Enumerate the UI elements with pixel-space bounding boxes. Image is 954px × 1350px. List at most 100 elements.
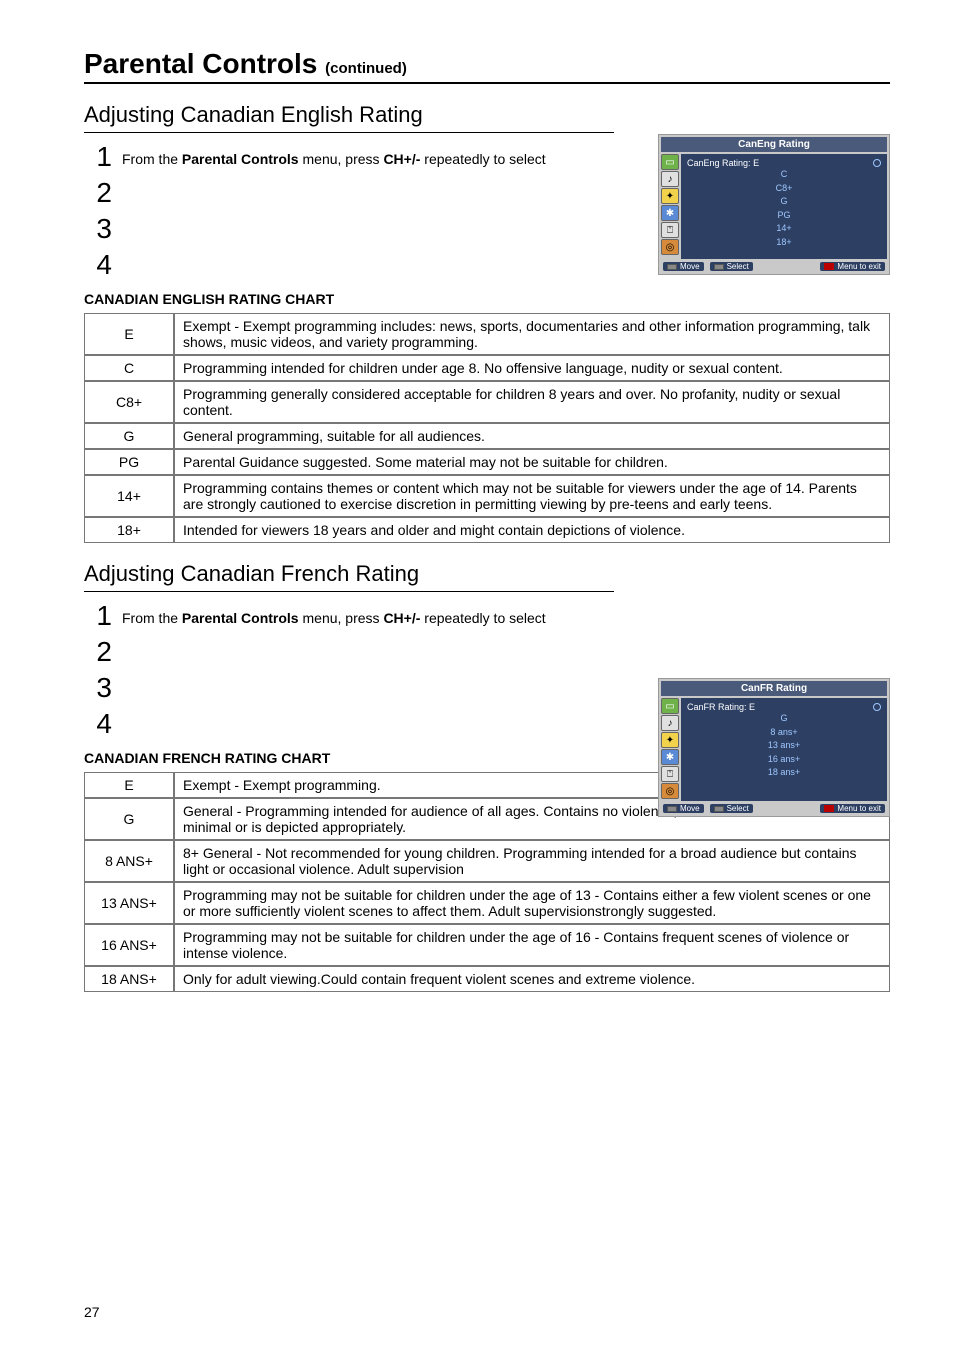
page-title: Parental Controls (continued) [84, 48, 890, 80]
title-rule [84, 82, 890, 84]
setup-icon[interactable]: ◎ [661, 239, 679, 255]
step-number: 4 [84, 251, 112, 279]
rating-desc: General programming, suitable for all au… [174, 423, 890, 449]
osd-caneng: CanEng Rating ▭ ♪ ✦ ✱ ⍞ ◎ CanEng Rating:… [658, 134, 890, 275]
osd-option[interactable]: C [687, 168, 881, 182]
nav-button-icon [667, 806, 677, 812]
table-row: PGParental Guidance suggested. Some mate… [84, 449, 890, 475]
rating-code: 14+ [84, 475, 174, 517]
osd-tab-icons: ▭ ♪ ✦ ✱ ⍞ ◎ [659, 696, 681, 801]
rating-desc: 8+ General - Not recommended for young c… [174, 840, 890, 882]
osd-option[interactable]: 8 ans+ [687, 726, 881, 740]
step-number: 3 [84, 215, 112, 243]
osd-option[interactable]: 18+ [687, 236, 881, 250]
osd-hint-select: Select [710, 262, 753, 271]
table-row: 14+Programming contains themes or conten… [84, 475, 890, 517]
subhead-rule-fr [84, 591, 614, 592]
step-text-bold: CH+/- [383, 151, 420, 167]
rating-code: C [84, 355, 174, 381]
step-row: 2 [84, 638, 890, 666]
rating-desc: Intended for viewers 18 years and older … [174, 517, 890, 543]
function-icon[interactable]: ✱ [661, 205, 679, 221]
signal-icon[interactable]: ✦ [661, 188, 679, 204]
table-row: EExempt - Exempt programming includes: n… [84, 313, 890, 355]
step-text: From the Parental Controls menu, press C… [122, 143, 546, 167]
step-number: 2 [84, 179, 112, 207]
title-main: Parental Controls [84, 48, 317, 79]
osd-value[interactable]: E [753, 158, 759, 168]
rating-code: G [84, 798, 174, 840]
table-row: 18 ANS+Only for adult viewing.Could cont… [84, 966, 890, 992]
eng-rating-table: EExempt - Exempt programming includes: n… [84, 313, 890, 543]
osd-option[interactable]: 16 ans+ [687, 753, 881, 767]
menu-button-icon [824, 805, 834, 812]
title-continued: (continued) [325, 60, 407, 77]
step-number: 3 [84, 674, 112, 702]
ok-button-icon [714, 264, 724, 270]
osd-option[interactable]: G [687, 712, 881, 726]
step-text: From the Parental Controls menu, press C… [122, 602, 546, 626]
rating-code: PG [84, 449, 174, 475]
rating-desc: Programming may not be suitable for chil… [174, 882, 890, 924]
osd-hint-menu: Menu to exit [820, 262, 885, 271]
step-text-frag: From the [122, 610, 182, 626]
osd-content: CanEng Rating: E CC8+GPG14+18+ [681, 154, 887, 259]
osd-content: CanFR Rating: E G8 ans+13 ans+16 ans+18 … [681, 698, 887, 801]
step-text-bold: CH+/- [383, 610, 420, 626]
menu-button-icon [824, 263, 834, 270]
step-number: 4 [84, 710, 112, 738]
osd-option[interactable]: 14+ [687, 222, 881, 236]
nav-button-icon [667, 264, 677, 270]
table-row: 8 ANS+8+ General - Not recommended for y… [84, 840, 890, 882]
step-number: 1 [84, 143, 112, 171]
step-text-bold: Parental Controls [182, 151, 299, 167]
osd-value[interactable]: E [749, 702, 755, 712]
radio-icon[interactable] [873, 159, 881, 167]
subhead-rule-eng [84, 132, 614, 133]
osd-option[interactable]: PG [687, 209, 881, 223]
step-text-frag: menu, press [299, 610, 384, 626]
rating-code: C8+ [84, 381, 174, 423]
picture-icon[interactable]: ▭ [661, 154, 679, 170]
osd-option[interactable]: C8+ [687, 182, 881, 196]
table-row: C8+Programming generally considered acce… [84, 381, 890, 423]
rating-desc: Programming intended for children under … [174, 355, 890, 381]
function-icon[interactable]: ✱ [661, 749, 679, 765]
rating-code: 18 ANS+ [84, 966, 174, 992]
table-row: 18+Intended for viewers 18 years and old… [84, 517, 890, 543]
setup-icon[interactable]: ◎ [661, 783, 679, 799]
osd-footer: Move Select Menu to exit [659, 801, 889, 816]
osd-label: CanFR Rating: [687, 702, 747, 712]
rating-desc: Exempt - Exempt programming includes: ne… [174, 313, 890, 355]
rating-code: 18+ [84, 517, 174, 543]
table-row: CProgramming intended for children under… [84, 355, 890, 381]
subhead-fr: Adjusting Canadian French Rating [84, 561, 890, 587]
osd-option[interactable]: G [687, 195, 881, 209]
osd-canfr: CanFR Rating ▭ ♪ ✦ ✱ ⍞ ◎ CanFR Rating: E… [658, 678, 890, 817]
lock-icon[interactable]: ⍞ [661, 766, 679, 782]
radio-icon[interactable] [873, 703, 881, 711]
rating-desc: Only for adult viewing.Could contain fre… [174, 966, 890, 992]
step-number: 2 [84, 638, 112, 666]
osd-option[interactable]: 18 ans+ [687, 766, 881, 780]
sound-icon[interactable]: ♪ [661, 715, 679, 731]
osd-tab-icons: ▭ ♪ ✦ ✱ ⍞ ◎ [659, 152, 681, 259]
osd-label: CanEng Rating: [687, 158, 751, 168]
rating-code: 16 ANS+ [84, 924, 174, 966]
rating-desc: Programming generally considered accepta… [174, 381, 890, 423]
step-text-bold: Parental Controls [182, 610, 299, 626]
picture-icon[interactable]: ▭ [661, 698, 679, 714]
lock-icon[interactable]: ⍞ [661, 222, 679, 238]
rating-desc: Programming contains themes or content w… [174, 475, 890, 517]
step-text-frag: repeatedly to select [420, 151, 545, 167]
sound-icon[interactable]: ♪ [661, 171, 679, 187]
osd-option[interactable]: 13 ans+ [687, 739, 881, 753]
step-text-frag: menu, press [299, 151, 384, 167]
rating-code: E [84, 772, 174, 798]
osd-title: CanFR Rating [661, 681, 887, 696]
table-row: 13 ANS+Programming may not be suitable f… [84, 882, 890, 924]
signal-icon[interactable]: ✦ [661, 732, 679, 748]
rating-desc: Parental Guidance suggested. Some materi… [174, 449, 890, 475]
osd-hint-menu: Menu to exit [820, 804, 885, 813]
rating-desc: Programming may not be suitable for chil… [174, 924, 890, 966]
